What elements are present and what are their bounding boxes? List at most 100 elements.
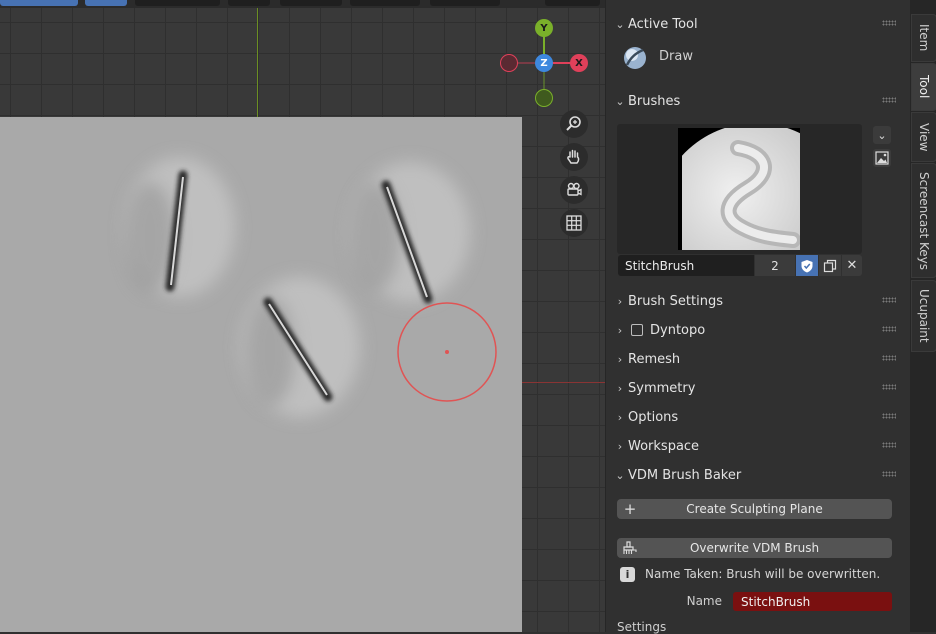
section-label: Symmetry [628,380,696,396]
gizmo-x-label: X [575,57,583,69]
tab-tool[interactable]: Tool [911,63,936,111]
ortho-toggle-button[interactable] [560,209,588,237]
chevron-right-icon: › [617,323,623,337]
section-label: Brush Settings [628,293,723,309]
active-tool-name: Draw [659,49,693,64]
tab-label: Tool [917,75,931,99]
plus-icon: + [623,500,637,518]
brush-settings-header[interactable]: › Brush Settings [612,288,902,314]
zoom-icon [566,116,581,131]
mode-selector[interactable] [0,0,78,6]
gizmo-y-label: Y [540,22,548,34]
brush-menu-button[interactable]: ⌄ [873,126,891,144]
brush-preview-image [656,123,856,323]
header-menu-3[interactable] [280,0,342,6]
zoom-button[interactable] [560,110,588,138]
chevron-right-icon: › [617,381,623,395]
section-label: Dyntopo [650,322,706,338]
draw-tool-icon[interactable] [622,45,648,71]
drag-handle-icon[interactable] [882,442,896,448]
tab-label: Ucupaint [917,289,931,343]
section-label: Remesh [628,351,681,367]
chevron-right-icon: › [617,410,623,424]
3d-viewport[interactable]: Y Z X [0,0,605,632]
dyntopo-checkbox[interactable] [631,324,643,336]
section-label: Options [628,409,679,425]
shield-icon [801,259,813,272]
unlink-brush-button[interactable]: ✕ [842,255,862,276]
chevron-down-icon: ⌄ [615,468,625,482]
fake-user-button[interactable] [796,255,818,276]
duplicate-brush-button[interactable] [819,255,841,276]
name-label: Name [686,594,722,608]
camera-view-button[interactable] [560,176,588,204]
overwrite-label: Overwrite VDM Brush [689,541,820,555]
drag-handle-icon[interactable] [882,97,896,103]
chevron-right-icon: › [617,294,623,308]
tab-screencast-keys[interactable]: Screencast Keys [911,163,936,278]
tab-label: View [917,122,931,152]
dyntopo-header[interactable]: › Dyntopo [612,317,902,343]
duplicate-icon [823,259,837,272]
tab-item[interactable]: Item [911,14,936,62]
header-menu-1[interactable] [135,0,220,6]
viewport-header [0,0,605,8]
gizmo-z-axis[interactable]: Z [535,54,553,72]
overwrite-vdm-brush-button[interactable]: Overwrite VDM Brush [617,538,892,558]
camera-icon [567,182,582,196]
gizmo-neg-x-axis[interactable] [500,54,518,72]
remesh-header[interactable]: › Remesh [612,346,902,372]
tab-label: Screencast Keys [917,171,931,270]
drag-handle-icon[interactable] [882,297,896,303]
vdm-name-field[interactable]: StitchBrush [733,592,892,611]
sculpt-plane[interactable] [0,117,522,632]
symmetry-header[interactable]: › Symmetry [612,375,902,401]
brush-image-button[interactable] [873,149,891,167]
close-icon: ✕ [846,258,858,273]
info-icon: i [620,567,635,582]
drag-handle-icon[interactable] [882,20,896,26]
header-menu-2[interactable] [228,0,270,6]
brush-thumbnail[interactable] [656,123,856,323]
gizmo-x-axis[interactable]: X [570,54,588,72]
brush-name-field[interactable]: StitchBrush [618,255,754,276]
stitch-strokes [125,157,497,417]
drag-handle-icon[interactable] [882,326,896,332]
drag-handle-icon[interactable] [882,413,896,419]
drag-handle-icon[interactable] [882,384,896,390]
workspace-header[interactable]: › Workspace [612,433,902,459]
image-icon [875,151,889,165]
grid-icon [566,215,582,231]
y-axis-line [257,8,258,117]
gizmo-y-axis[interactable]: Y [535,19,553,37]
chevron-down-icon: ⌄ [615,94,625,108]
chevron-right-icon: › [617,352,623,366]
drag-handle-icon[interactable] [882,355,896,361]
brush-preview-area[interactable] [617,123,862,323]
header-menu-4[interactable] [350,0,420,6]
tab-ucupaint[interactable]: Ucupaint [911,280,936,352]
vdm-brush-baker-header[interactable]: ⌄ VDM Brush Baker [612,462,902,488]
create-plane-label: Create Sculpting Plane [686,502,823,516]
hand-icon [567,149,580,164]
pan-button[interactable] [560,143,588,171]
options-header[interactable]: › Options [612,404,902,430]
tab-label: Item [917,24,931,52]
header-menu-6[interactable] [545,0,600,6]
header-menu-5[interactable] [430,0,500,6]
active-tool-title: Active Tool [628,16,698,32]
sidebar-tabs: Item Tool View Screencast Keys Ucupaint [910,0,936,632]
draw-brush-icon [624,47,646,69]
active-tool-header[interactable]: ⌄ Active Tool [612,11,902,37]
tab-view[interactable]: View [911,112,936,162]
info-message: Name Taken: Brush will be overwritten. [645,567,881,581]
brushes-header[interactable]: ⌄ Brushes [612,88,902,114]
select-mode-button[interactable] [85,0,127,6]
gizmo-neg-y-axis[interactable] [535,89,553,107]
drag-handle-icon[interactable] [882,471,896,477]
chevron-down-icon: ⌄ [877,128,887,142]
create-sculpting-plane-button[interactable]: + Create Sculpting Plane [617,499,892,519]
brush-users-count[interactable]: 2 [755,255,795,276]
vdm-title: VDM Brush Baker [628,467,742,483]
section-label: Workspace [628,438,700,454]
